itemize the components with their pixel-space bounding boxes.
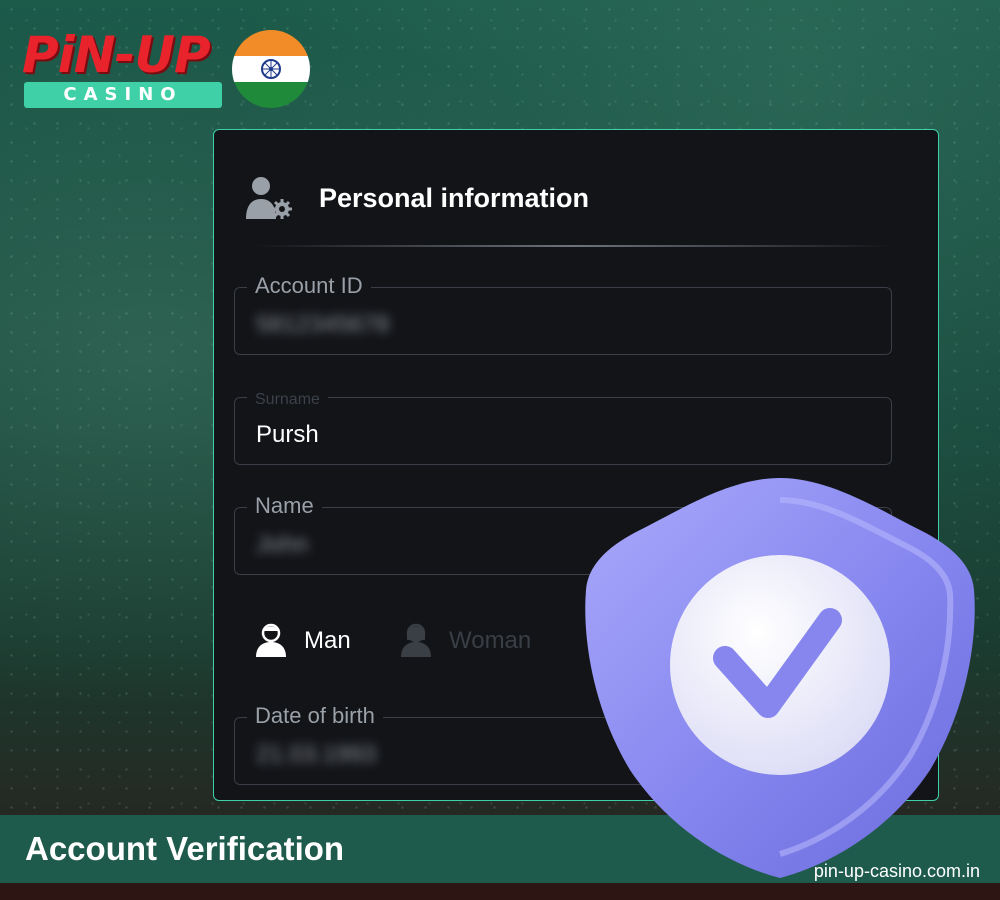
logo-casino-label: CASINO bbox=[24, 82, 222, 108]
woman-icon bbox=[399, 622, 433, 658]
surname-label: Surname bbox=[247, 386, 328, 414]
site-domain: pin-up-casino.com.in bbox=[813, 861, 980, 881]
card-title: Personal information bbox=[319, 183, 590, 213]
user-settings-icon bbox=[244, 175, 294, 221]
gender-option-man[interactable]: Man bbox=[254, 620, 374, 660]
account-id-value: 5812345678 bbox=[256, 311, 390, 338]
shield-check-icon bbox=[580, 470, 980, 882]
account-id-field[interactable]: Account ID 5812345678 bbox=[234, 272, 892, 355]
date-of-birth-label: Date of birth bbox=[247, 702, 383, 730]
surname-field[interactable]: Surname Pursh bbox=[234, 386, 892, 465]
surname-value: Pursh bbox=[256, 421, 319, 448]
banner-title: Account Verification bbox=[25, 830, 345, 867]
header-divider bbox=[254, 245, 894, 247]
bottom-strip bbox=[0, 883, 1000, 900]
name-label: Name bbox=[247, 492, 322, 520]
gender-option-woman[interactable]: Woman bbox=[399, 620, 569, 660]
logo-wordmark: PiN-UP bbox=[22, 26, 211, 84]
woman-label: Woman bbox=[449, 627, 532, 654]
india-flag-icon[interactable] bbox=[232, 30, 310, 108]
card-header: Personal information bbox=[244, 175, 844, 221]
date-of-birth-value: 21.03.1993 bbox=[256, 741, 377, 768]
man-label: Man bbox=[304, 627, 351, 654]
name-value: John bbox=[256, 531, 309, 558]
gender-selector: Man Woman bbox=[254, 620, 574, 660]
man-icon bbox=[254, 622, 288, 658]
pin-up-casino-logo[interactable]: PiN-UP CASINO bbox=[22, 28, 222, 110]
account-id-label: Account ID bbox=[247, 272, 371, 300]
